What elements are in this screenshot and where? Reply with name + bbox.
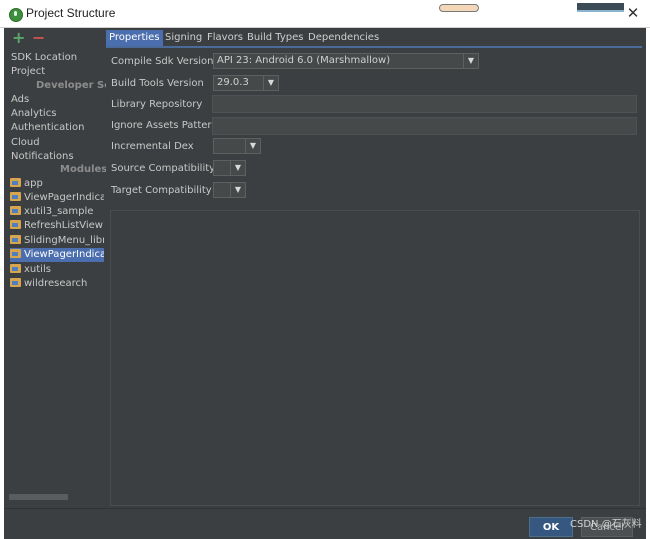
module-label: xutils [24, 264, 51, 275]
titlebar-decoration-bar [577, 3, 624, 12]
module-folder-icon [10, 235, 21, 244]
target-compatibility-label: Target Compatibility [111, 185, 212, 196]
remove-icon[interactable]: − [32, 28, 45, 47]
chevron-down-icon: ▼ [245, 139, 260, 153]
module-label: SlidingMenu_libr [24, 235, 104, 246]
nav-item-authentication[interactable]: Authentication [11, 121, 84, 135]
ok-button[interactable]: OK [529, 517, 573, 537]
incremental-dex-dropdown[interactable]: ▼ [213, 138, 261, 154]
compile-sdk-label: Compile Sdk Version [111, 56, 214, 67]
developer-services-header: Developer Ser [36, 80, 116, 91]
add-icon[interactable]: + [12, 28, 25, 47]
module-item[interactable]: xutils [10, 263, 104, 277]
close-icon[interactable]: ✕ [625, 4, 641, 22]
chevron-down-icon: ▼ [463, 54, 478, 68]
android-studio-icon [9, 8, 23, 22]
build-tools-dropdown[interactable]: 29.0.3 ▼ [213, 75, 279, 91]
module-item[interactable]: SlidingMenu_libr [10, 234, 104, 248]
module-item[interactable]: app [10, 177, 104, 191]
ignore-assets-label: Ignore Assets Pattern [111, 120, 218, 131]
tab-flavors[interactable]: Flavors [204, 30, 246, 46]
nav-item-ads[interactable]: Ads [11, 93, 29, 107]
module-item[interactable]: xutil3_sample [10, 205, 104, 219]
source-compatibility-label: Source Compatibility [111, 163, 216, 174]
compile-sdk-value: API 23: Android 6.0 (Marshmallow) [217, 55, 391, 66]
module-label: xutil3_sample [24, 206, 94, 217]
source-compatibility-dropdown[interactable]: ▼ [213, 160, 246, 176]
incremental-dex-label: Incremental Dex [111, 141, 194, 152]
module-label: ViewPagerIndica [24, 249, 104, 260]
modules-header: Modules [60, 164, 108, 175]
library-repository-field[interactable] [212, 95, 637, 113]
module-item[interactable]: wildresearch [10, 277, 104, 291]
module-folder-icon [10, 192, 21, 201]
module-label: app [24, 178, 43, 189]
module-folder-icon [10, 249, 21, 258]
module-folder-icon [10, 206, 21, 215]
nav-horizontal-scrollbar[interactable] [9, 494, 68, 500]
module-folder-icon [10, 264, 21, 273]
module-item[interactable]: RefreshListView [10, 219, 104, 233]
nav-item-analytics[interactable]: Analytics [11, 107, 56, 121]
module-label: wildresearch [24, 278, 88, 289]
ignore-assets-field[interactable] [212, 117, 637, 135]
nav-item-sdk-location[interactable]: SDK Location [11, 51, 77, 65]
dialog-button-bar: OK Cancel [4, 508, 646, 539]
library-repository-label: Library Repository [111, 99, 203, 110]
module-label: RefreshListView [24, 220, 103, 231]
project-structure-dialog: + − SDK Location Project Developer Ser A… [4, 28, 646, 539]
build-tools-value: 29.0.3 [217, 77, 249, 88]
left-nav-panel: + − SDK Location Project Developer Ser A… [4, 28, 116, 508]
properties-empty-area [110, 210, 640, 506]
tab-build-types[interactable]: Build Types [244, 30, 306, 46]
module-item[interactable]: ViewPagerIndica [10, 191, 104, 205]
module-folder-icon [10, 220, 21, 229]
module-item-selected[interactable]: ViewPagerIndica [10, 248, 104, 262]
nav-item-cloud[interactable]: Cloud [11, 136, 40, 150]
nav-item-project[interactable]: Project [11, 65, 45, 79]
window-title: Project Structure [26, 6, 116, 20]
build-tools-label: Build Tools Version [111, 78, 204, 89]
nav-item-notifications[interactable]: Notifications [11, 150, 74, 164]
module-settings-panel: Properties Signing Flavors Build Types D… [106, 28, 646, 508]
chevron-down-icon: ▼ [230, 161, 245, 175]
settings-tabs: Properties Signing Flavors Build Types D… [106, 30, 642, 48]
target-compatibility-dropdown[interactable]: ▼ [213, 182, 246, 198]
tab-dependencies[interactable]: Dependencies [305, 30, 382, 46]
chevron-down-icon: ▼ [263, 76, 278, 90]
module-folder-icon [10, 178, 21, 187]
titlebar-decoration [439, 4, 479, 12]
module-folder-icon [10, 278, 21, 287]
csdn-watermark: CSDN @石灰料 [570, 519, 642, 530]
compile-sdk-dropdown[interactable]: API 23: Android 6.0 (Marshmallow) ▼ [213, 53, 479, 69]
chevron-down-icon: ▼ [230, 183, 245, 197]
tab-signing[interactable]: Signing [162, 30, 205, 46]
window-titlebar: Project Structure ✕ [0, 0, 650, 28]
module-label: ViewPagerIndica [24, 192, 104, 203]
tab-properties[interactable]: Properties [106, 30, 163, 46]
